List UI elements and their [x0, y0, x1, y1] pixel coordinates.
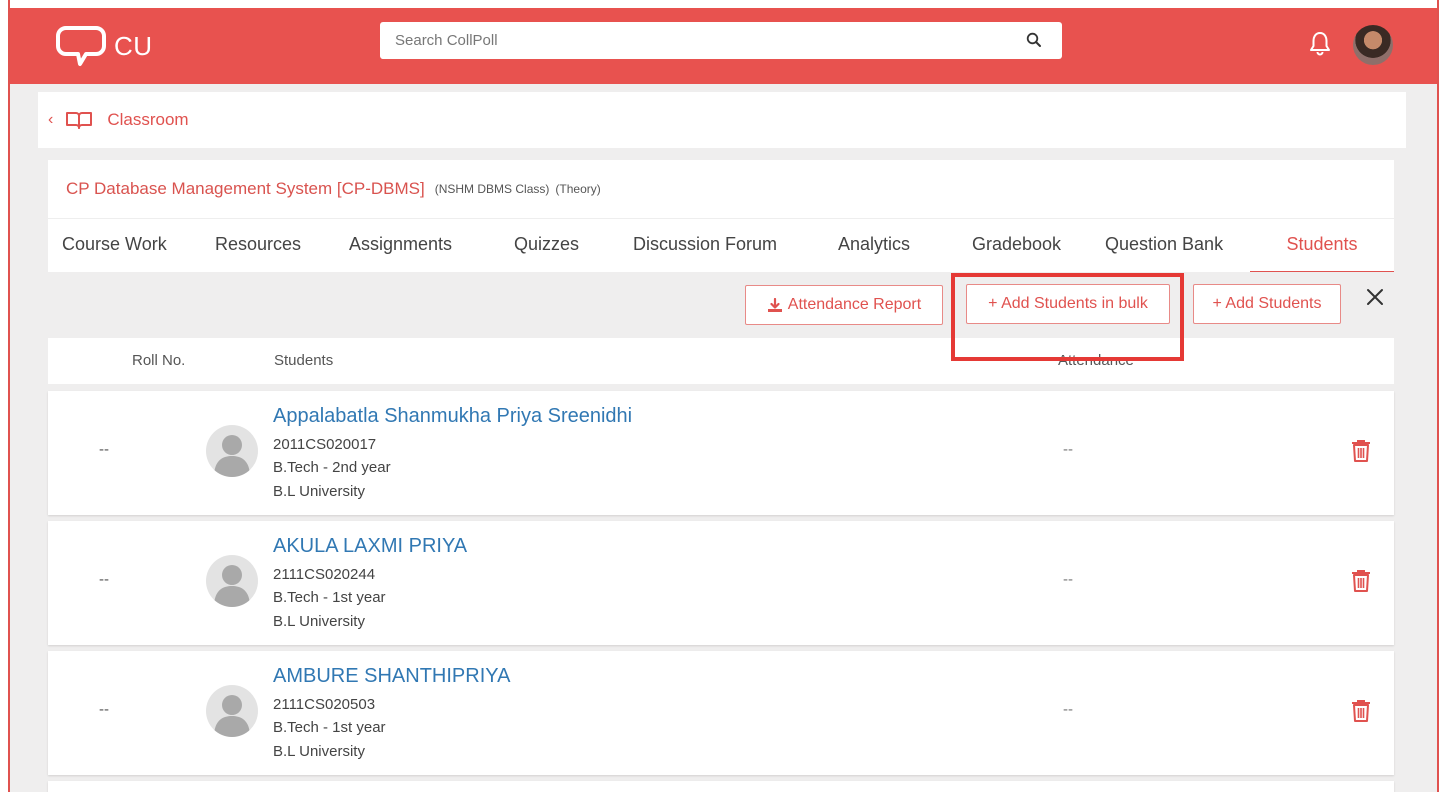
- header-students: Students: [274, 352, 334, 369]
- close-icon[interactable]: [1360, 282, 1390, 312]
- search-icon[interactable]: [1026, 32, 1042, 48]
- student-university: B.L University: [273, 613, 365, 630]
- student-university: B.L University: [273, 743, 365, 760]
- student-id: 2111CS020503: [273, 696, 376, 713]
- app-logo[interactable]: CU: [56, 24, 153, 68]
- attendance-report-label: Attendance Report: [787, 296, 922, 313]
- student-name-link[interactable]: AMBURE SHANTHIPRIYA: [273, 665, 510, 688]
- attendance-value: --: [1063, 571, 1073, 588]
- student-id: 2111CS020244: [273, 566, 376, 583]
- table-row: -- Appalabatla Shanmukha Priya Sreenidhi…: [48, 391, 1394, 515]
- course-header: CP Database Management System [CP-DBMS] …: [48, 160, 1394, 218]
- course-tabs: Course Work Resources Assignments Quizze…: [48, 218, 1394, 273]
- delete-trash-icon[interactable]: [1351, 569, 1371, 593]
- header-roll-no: Roll No.: [132, 352, 186, 369]
- student-avatar: [206, 425, 258, 477]
- delete-trash-icon[interactable]: [1351, 439, 1371, 463]
- tab-course-work[interactable]: Course Work: [62, 219, 167, 273]
- student-id: 2011CS020017: [273, 436, 377, 453]
- top-navbar: CU: [10, 8, 1437, 84]
- tab-question-bank[interactable]: Question Bank: [1105, 219, 1223, 273]
- notification-bell-icon[interactable]: [1309, 30, 1331, 56]
- student-avatar: [206, 555, 258, 607]
- main-content: ‹ Classroom CP Database Management Syste…: [10, 84, 1437, 792]
- logo-text: CU: [114, 30, 153, 61]
- tab-students[interactable]: Students: [1250, 219, 1394, 273]
- user-avatar[interactable]: [1353, 25, 1393, 65]
- top-white-strip: [8, 0, 1439, 8]
- header-attendance: Attendance: [1058, 352, 1134, 369]
- frame-border-right: [1437, 0, 1439, 792]
- student-avatar: [206, 685, 258, 737]
- tab-discussion-forum[interactable]: Discussion Forum: [633, 219, 777, 273]
- roll-number: --: [99, 571, 109, 588]
- table-row: [48, 781, 1394, 792]
- students-table-header: Roll No. Students Attendance: [48, 338, 1394, 384]
- breadcrumb: ‹ Classroom: [38, 92, 1406, 148]
- search-input[interactable]: [380, 22, 1000, 59]
- back-chevron-icon[interactable]: ‹: [48, 111, 53, 129]
- roll-number: --: [99, 701, 109, 718]
- tab-analytics[interactable]: Analytics: [838, 219, 910, 273]
- student-program: B.Tech - 1st year: [273, 719, 386, 736]
- table-row: -- AMBURE SHANTHIPRIYA 2111CS020503 B.Te…: [48, 651, 1394, 775]
- course-title: CP Database Management System [CP-DBMS]: [66, 179, 425, 198]
- breadcrumb-classroom-link[interactable]: Classroom: [107, 110, 188, 130]
- course-class-name: (NSHM DBMS Class): [434, 182, 550, 196]
- search-bar: [380, 22, 1062, 59]
- tab-gradebook[interactable]: Gradebook: [972, 219, 1061, 273]
- speech-bubble-logo-icon: [56, 26, 106, 66]
- student-university: B.L University: [273, 483, 365, 500]
- add-students-bulk-button[interactable]: + Add Students in bulk: [966, 284, 1170, 324]
- table-row: -- AKULA LAXMI PRIYA 2111CS020244 B.Tech…: [48, 521, 1394, 645]
- attendance-value: --: [1063, 701, 1073, 718]
- download-icon: [767, 297, 783, 313]
- student-name-link[interactable]: Appalabatla Shanmukha Priya Sreenidhi: [273, 405, 632, 428]
- student-actions-bar: Attendance Report + Add Students in bulk…: [48, 272, 1394, 338]
- student-program: B.Tech - 1st year: [273, 589, 386, 606]
- tab-quizzes[interactable]: Quizzes: [514, 219, 579, 273]
- student-program: B.Tech - 2nd year: [273, 459, 391, 476]
- delete-trash-icon[interactable]: [1351, 699, 1371, 723]
- course-type: (Theory): [555, 182, 601, 196]
- book-icon: [65, 110, 93, 130]
- attendance-report-button[interactable]: Attendance Report: [745, 285, 943, 325]
- tab-assignments[interactable]: Assignments: [349, 219, 452, 273]
- attendance-value: --: [1063, 441, 1073, 458]
- roll-number: --: [99, 441, 109, 458]
- student-name-link[interactable]: AKULA LAXMI PRIYA: [273, 535, 467, 558]
- add-students-button[interactable]: + Add Students: [1193, 284, 1341, 324]
- tab-resources[interactable]: Resources: [215, 219, 301, 273]
